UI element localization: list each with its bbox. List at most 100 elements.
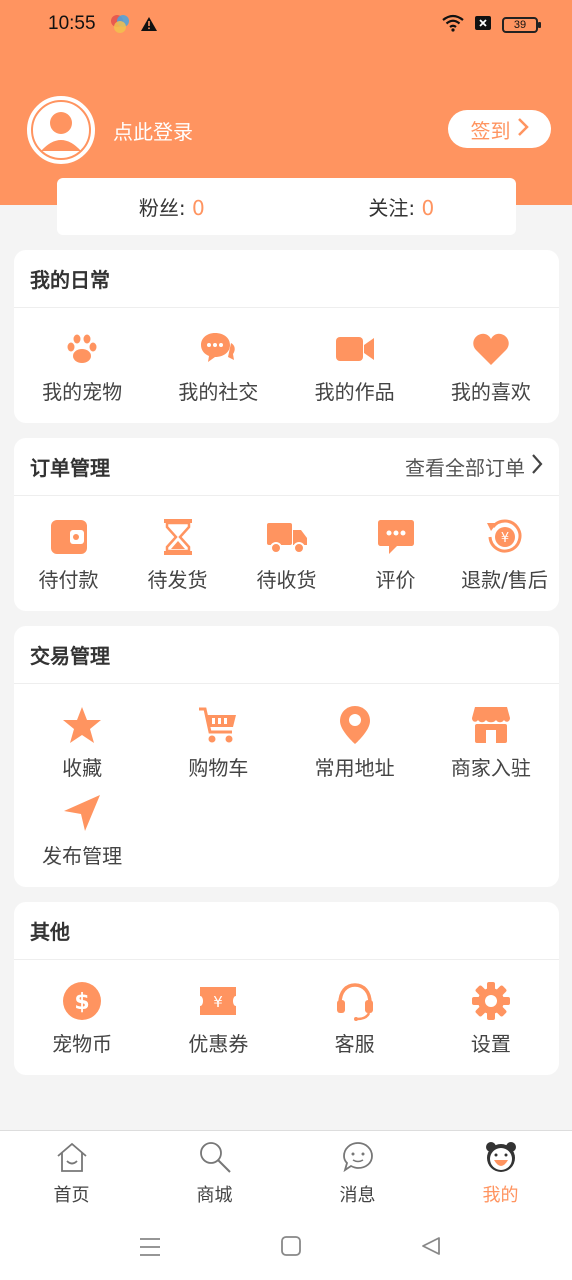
video-camera-icon [334, 328, 376, 370]
svg-text:¥: ¥ [500, 531, 508, 546]
item-label: 收藏 [62, 756, 103, 780]
svg-text:$: $ [74, 990, 89, 1015]
profile-header: 10:55 39 点此登录 签到 [0, 0, 572, 205]
back-triangle-icon[interactable] [421, 1236, 441, 1260]
avatar[interactable] [27, 96, 95, 164]
home-icon [55, 1141, 89, 1177]
item-label: 设置 [470, 1032, 511, 1056]
chevron-right-icon [517, 117, 529, 142]
checkin-label: 签到 [470, 118, 511, 143]
trade-item-addresses[interactable]: 常用地址 [287, 704, 423, 792]
headset-icon [334, 980, 376, 1022]
orders-card: 订单管理 查看全部订单 待付款 待发货 待收货 评价 ¥ 退款/售后 [14, 438, 559, 611]
card-title: 交易管理 [30, 644, 110, 668]
checkin-button[interactable]: 签到 [448, 110, 551, 148]
card-title: 我的日常 [30, 268, 110, 292]
daily-item-likes[interactable]: 我的喜欢 [423, 328, 559, 416]
order-item-refund[interactable]: ¥ 退款/售后 [450, 516, 559, 604]
tab-mall[interactable]: 商城 [143, 1131, 286, 1216]
stats-card: 粉丝: 0 关注: 0 [57, 178, 516, 235]
coupon-icon: ¥ [197, 980, 239, 1022]
bottom-tab-bar: 首页 商城 消息 我的 [0, 1130, 572, 1216]
item-label: 宠物币 [52, 1032, 113, 1056]
tab-label: 我的 [482, 1185, 519, 1206]
truck-icon [266, 516, 308, 558]
battery-indicator: 39 [502, 17, 541, 33]
card-title: 订单管理 [30, 456, 110, 480]
order-item-pending-shipment[interactable]: 待发货 [123, 516, 232, 604]
wallet-icon [48, 516, 90, 558]
heart-icon [470, 328, 512, 370]
item-label: 待付款 [38, 568, 99, 592]
item-label: 购物车 [188, 756, 249, 780]
wifi-icon [442, 14, 464, 36]
tab-home[interactable]: 首页 [0, 1131, 143, 1216]
follow-label: 关注: [368, 196, 416, 220]
card-title: 其他 [30, 920, 70, 944]
status-time: 10:55 [48, 13, 96, 34]
item-label: 常用地址 [314, 756, 395, 780]
comment-icon [375, 516, 417, 558]
store-icon [470, 704, 512, 746]
cart-icon [197, 704, 239, 746]
paw-icon [61, 328, 103, 370]
system-navigation-bar [0, 1216, 572, 1280]
trade-card: 交易管理 收藏 购物车 常用地址 商家入驻 发布管理 [14, 626, 559, 887]
search-icon [198, 1141, 232, 1177]
item-label: 我的社交 [178, 380, 259, 404]
item-label: 评价 [375, 568, 416, 592]
other-item-settings[interactable]: 设置 [423, 980, 559, 1068]
fans-count: 0 [191, 196, 205, 220]
order-item-pending-payment[interactable]: 待付款 [14, 516, 123, 604]
refund-icon: ¥ [484, 516, 526, 558]
tab-label: 商城 [196, 1185, 233, 1206]
chevron-right-icon [531, 453, 543, 480]
follow-stat[interactable]: 关注: 0 [287, 192, 517, 221]
trade-item-merchant[interactable]: 商家入驻 [423, 704, 559, 792]
trade-item-favorites[interactable]: 收藏 [14, 704, 150, 792]
svg-text:¥: ¥ [214, 993, 224, 1011]
view-all-orders-label: 查看全部订单 [405, 456, 525, 480]
warning-icon [140, 16, 158, 36]
item-label: 我的喜欢 [450, 380, 531, 404]
item-label: 我的作品 [314, 380, 395, 404]
trade-item-publish[interactable]: 发布管理 [14, 792, 150, 880]
trade-item-cart[interactable]: 购物车 [150, 704, 286, 792]
status-bar: 10:55 39 [0, 0, 572, 52]
no-sim-icon [474, 15, 492, 35]
tab-messages[interactable]: 消息 [286, 1131, 429, 1216]
tab-mine[interactable]: 我的 [429, 1131, 572, 1216]
other-item-coupons[interactable]: ¥ 优惠券 [150, 980, 286, 1068]
bear-face-icon [484, 1141, 518, 1177]
item-label: 优惠券 [188, 1032, 249, 1056]
follow-count: 0 [421, 196, 435, 220]
tab-label: 消息 [339, 1185, 376, 1206]
order-item-pending-receipt[interactable]: 待收货 [232, 516, 341, 604]
other-card: 其他 $ 宠物币 ¥ 优惠券 客服 设置 [14, 902, 559, 1075]
daily-item-works[interactable]: 我的作品 [287, 328, 423, 416]
other-item-pet-coins[interactable]: $ 宠物币 [14, 980, 150, 1068]
location-pin-icon [334, 704, 376, 746]
home-square-icon[interactable] [281, 1236, 301, 1260]
app-logo-icon [110, 14, 130, 38]
star-icon [61, 704, 103, 746]
daily-item-pets[interactable]: 我的宠物 [14, 328, 150, 416]
fans-stat[interactable]: 粉丝: 0 [57, 192, 287, 221]
daily-item-social[interactable]: 我的社交 [150, 328, 286, 416]
chat-bubbles-icon [197, 328, 239, 370]
send-arrow-icon [61, 792, 103, 834]
item-label: 退款/售后 [461, 568, 548, 592]
item-label: 待收货 [256, 568, 317, 592]
item-label: 商家入驻 [450, 756, 531, 780]
menu-icon[interactable] [139, 1236, 161, 1262]
login-link[interactable]: 点此登录 [113, 116, 193, 145]
other-item-customer-service[interactable]: 客服 [287, 980, 423, 1068]
fans-label: 粉丝: [138, 196, 186, 220]
item-label: 客服 [334, 1032, 375, 1056]
item-label: 发布管理 [42, 844, 123, 868]
view-all-orders-link[interactable]: 查看全部订单 [405, 452, 543, 481]
hourglass-icon [157, 516, 199, 558]
order-item-review[interactable]: 评价 [341, 516, 450, 604]
tab-label: 首页 [53, 1185, 90, 1206]
gear-icon [470, 980, 512, 1022]
